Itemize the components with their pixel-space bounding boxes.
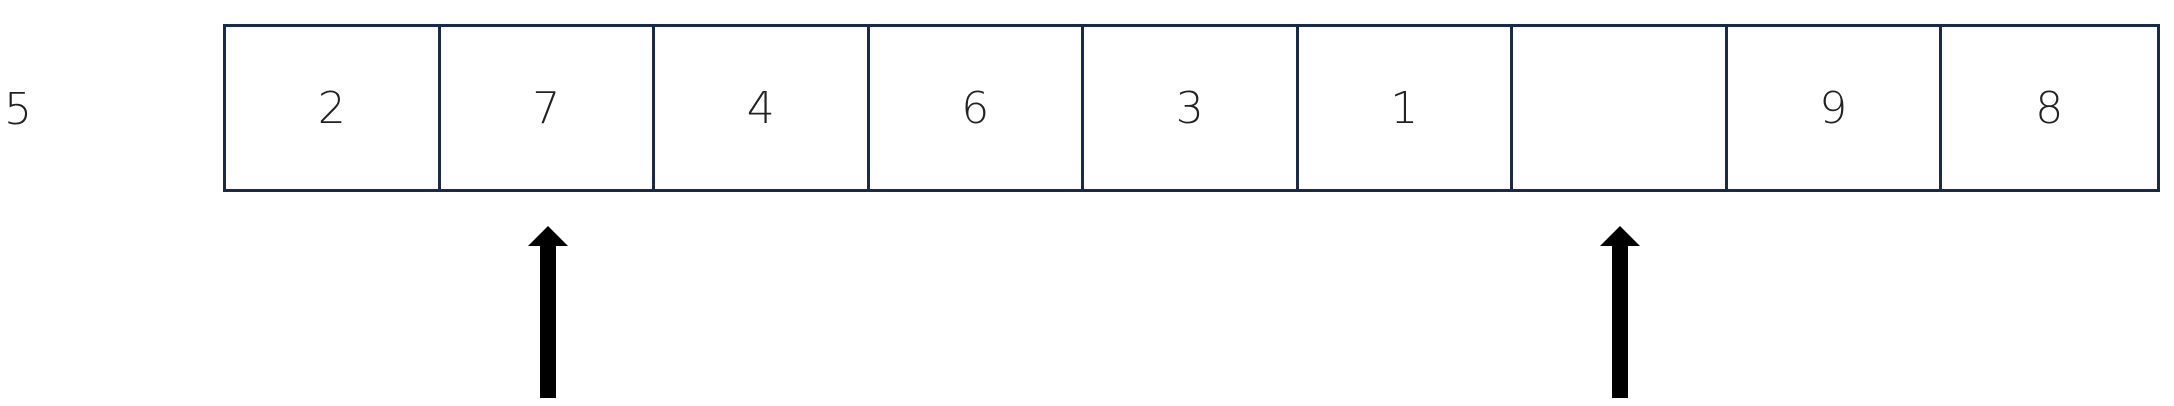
array-cell-1: 7 bbox=[441, 27, 655, 189]
array-cell-7: 9 bbox=[1728, 27, 1942, 189]
array-cell-5: 1 bbox=[1299, 27, 1513, 189]
array-cell-0: 2 bbox=[226, 27, 441, 189]
left-pointer-arrow-icon bbox=[527, 226, 568, 398]
pivot-value: 5 bbox=[4, 84, 32, 135]
array-cell-6 bbox=[1513, 27, 1728, 189]
array-row: 2 7 4 6 3 1 9 8 bbox=[223, 24, 2160, 192]
array-cell-2: 4 bbox=[655, 27, 870, 189]
right-pointer-arrow-icon bbox=[1600, 226, 1641, 398]
array-cell-4: 3 bbox=[1084, 27, 1299, 189]
array-cell-8: 8 bbox=[2035, 82, 2064, 134]
array-cell-3: 6 bbox=[870, 27, 1084, 189]
